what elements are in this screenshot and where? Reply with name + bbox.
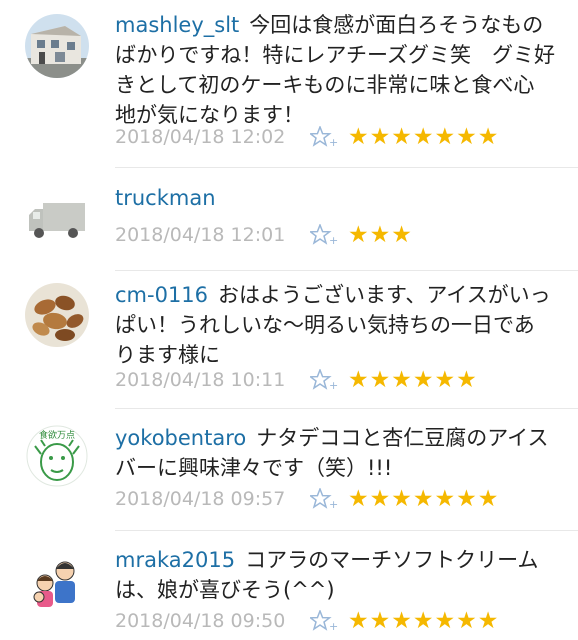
timestamp: 2018/04/18 10:11 xyxy=(115,369,286,391)
star-rating[interactable]: ★★★★★★★ xyxy=(348,122,499,152)
comment-item: mashley_slt 今回は食感が面白ろそうなものばかりですね！特にレアチーズグ… xyxy=(0,0,578,168)
star-rating[interactable]: ★★★ xyxy=(348,220,413,250)
family-illustration-icon xyxy=(25,551,89,615)
comment-item: 食欲万点 yokobentaro ナタデココと杏仁豆腐のアイスバーに興味津々です（… xyxy=(0,409,578,531)
house-photo-icon xyxy=(25,14,89,78)
comment-item: cm-0116 おはようございます、アイスがいっぱい！うれしいな〜明るい気持ちの一… xyxy=(0,271,578,409)
username-link[interactable]: yokobentaro xyxy=(115,426,246,450)
timestamp: 2018/04/18 09:50 xyxy=(115,610,286,632)
nuts-photo-icon xyxy=(25,283,89,347)
star-rating[interactable]: ★★★★★★★ xyxy=(348,606,499,636)
avatar[interactable] xyxy=(25,551,89,615)
svg-text:+: + xyxy=(329,379,338,391)
timestamp: 2018/04/18 12:02 xyxy=(115,126,286,148)
avatar[interactable] xyxy=(25,283,89,347)
avatar-caption: 食欲万点 xyxy=(39,429,75,441)
star-rating[interactable]: ★★★★★★ xyxy=(348,365,478,395)
add-star-icon[interactable]: + xyxy=(310,488,338,510)
timestamp: 2018/04/18 09:57 xyxy=(115,488,286,510)
username-link[interactable]: mraka2015 xyxy=(115,548,235,572)
username-link[interactable]: truckman xyxy=(115,186,216,210)
svg-text:+: + xyxy=(329,620,338,632)
avatar[interactable] xyxy=(25,14,89,78)
svg-text:+: + xyxy=(329,498,338,510)
svg-text:+: + xyxy=(329,234,338,246)
username-link[interactable]: mashley_slt xyxy=(115,13,239,37)
star-rating[interactable]: ★★★★★★★ xyxy=(348,484,499,514)
comment-item: truckman 2018/04/18 12:01 + ★★★ xyxy=(0,168,578,271)
face-drawing-icon: 食欲万点 xyxy=(25,424,89,488)
avatar[interactable]: 食欲万点 xyxy=(25,424,89,488)
add-star-icon[interactable]: + xyxy=(310,224,338,246)
avatar[interactable] xyxy=(25,185,89,249)
add-star-icon[interactable]: + xyxy=(310,126,338,148)
svg-text:+: + xyxy=(329,136,338,148)
comment-item: mraka2015 コアラのマーチソフトクリームは、娘が喜びそう(^^) 2018… xyxy=(0,531,578,640)
timestamp: 2018/04/18 12:01 xyxy=(115,224,286,246)
add-star-icon[interactable]: + xyxy=(310,610,338,632)
username-link[interactable]: cm-0116 xyxy=(115,283,208,307)
truck-illustration-icon xyxy=(25,185,89,249)
add-star-icon[interactable]: + xyxy=(310,369,338,391)
